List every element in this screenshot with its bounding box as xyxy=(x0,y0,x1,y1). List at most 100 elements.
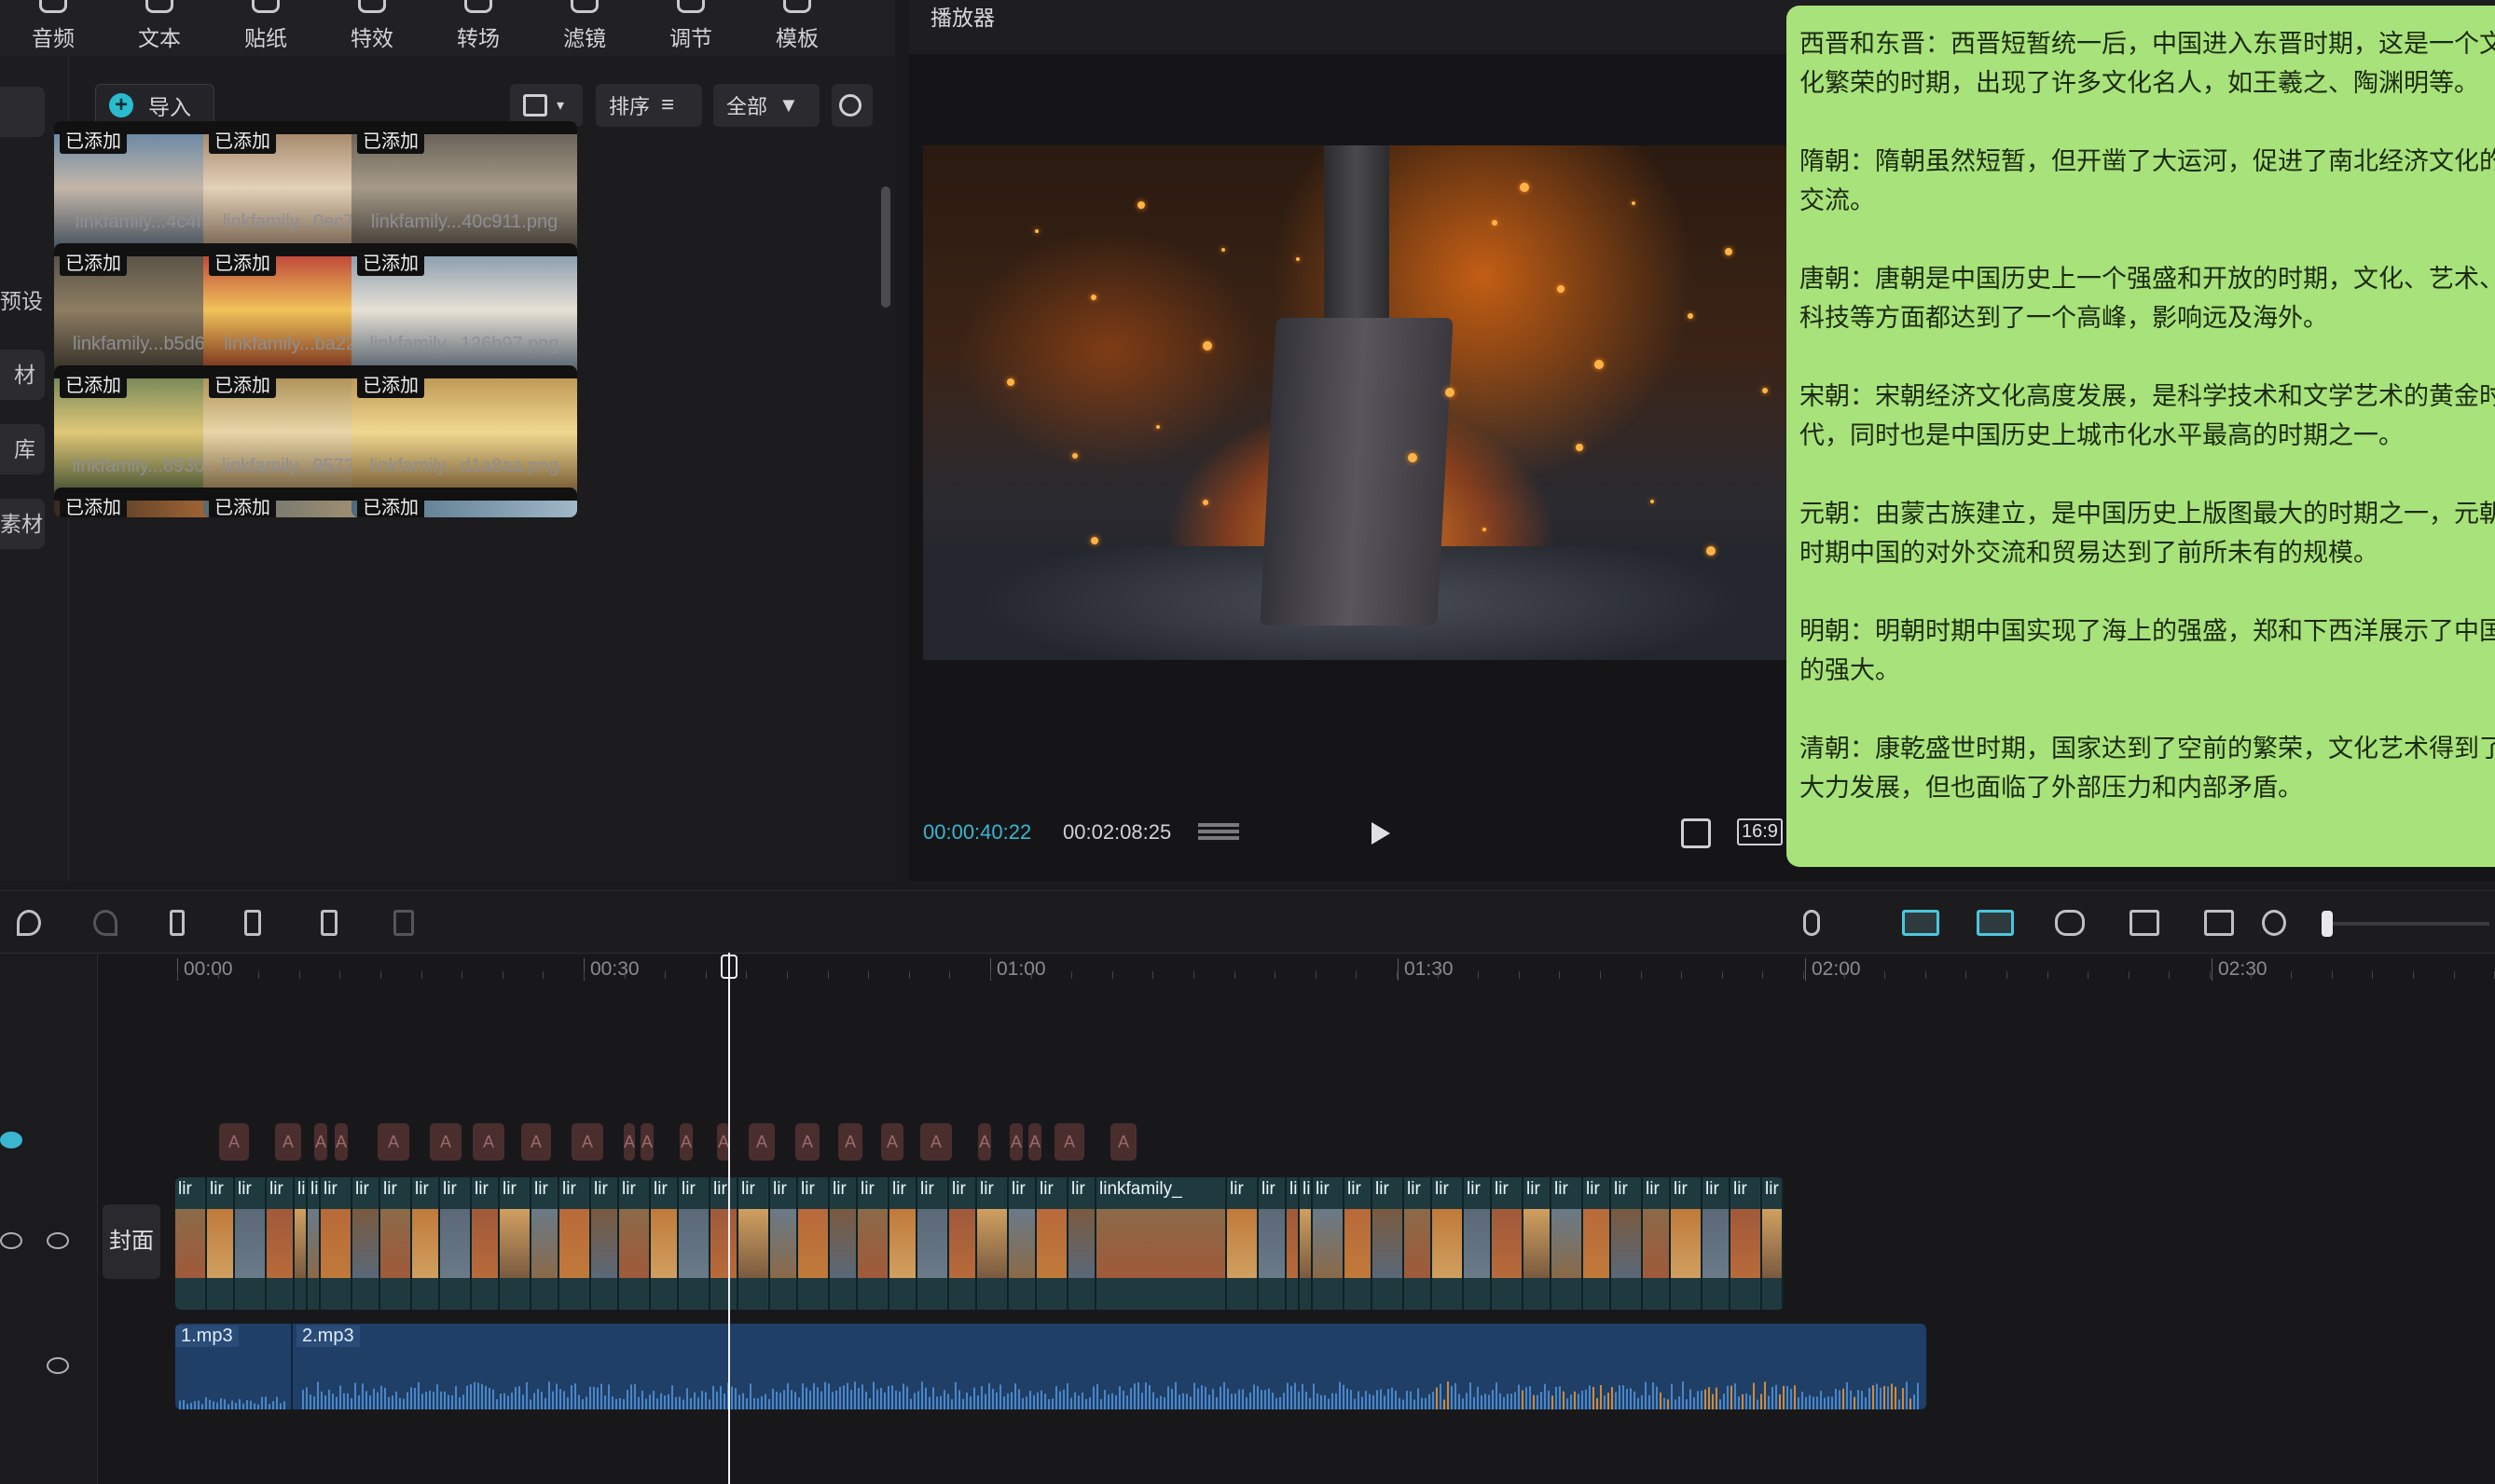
text-clip[interactable]: A xyxy=(1010,1123,1023,1161)
toolbar-item-7[interactable]: 模板 xyxy=(744,0,850,56)
text-clip[interactable]: A xyxy=(1028,1123,1041,1161)
cover-button[interactable]: 封面 xyxy=(103,1204,160,1279)
video-clip[interactable]: linkfamily_ xyxy=(1096,1177,1227,1310)
video-clip[interactable]: lir xyxy=(352,1177,380,1310)
video-clip[interactable]: lir xyxy=(1492,1177,1523,1310)
video-track-visibility-icon[interactable] xyxy=(0,1232,22,1249)
video-clip[interactable]: lir xyxy=(1464,1177,1492,1310)
video-clip[interactable]: lir xyxy=(1643,1177,1671,1310)
zoom-slider-track[interactable] xyxy=(2322,922,2489,926)
video-clip[interactable]: lir xyxy=(679,1177,710,1310)
video-preview[interactable] xyxy=(923,145,1799,660)
text-clip[interactable]: A xyxy=(920,1123,952,1161)
toolbar-item-3[interactable]: 特效 xyxy=(319,0,425,56)
video-clip[interactable]: lir xyxy=(738,1177,770,1310)
zoom-out-icon[interactable] xyxy=(2262,910,2286,936)
text-clip[interactable]: A xyxy=(521,1123,551,1161)
nav-item-0[interactable] xyxy=(0,87,45,137)
video-clip[interactable]: lir xyxy=(440,1177,472,1310)
video-clip[interactable]: lir xyxy=(531,1177,559,1310)
text-clip[interactable]: A xyxy=(624,1123,635,1161)
nav-item-assets[interactable]: 素材 xyxy=(0,499,45,549)
toolbar-item-6[interactable]: 调节 xyxy=(638,0,744,56)
undo-icon[interactable] xyxy=(17,910,41,936)
toolbar-item-2[interactable]: 贴纸 xyxy=(213,0,319,56)
fullscreen-icon[interactable] xyxy=(1681,818,1711,848)
video-clip[interactable]: lir xyxy=(651,1177,679,1310)
video-clip[interactable]: lir xyxy=(267,1177,295,1310)
trim-left-icon[interactable] xyxy=(244,910,261,936)
video-clip[interactable]: lir xyxy=(412,1177,440,1310)
video-clip[interactable]: lir xyxy=(175,1177,207,1310)
sort-button[interactable]: 排序 ≡ xyxy=(596,84,702,127)
nav-item-presets[interactable]: 预设 xyxy=(0,276,45,326)
video-clip[interactable]: lir xyxy=(830,1177,858,1310)
text-clip[interactable]: A xyxy=(749,1123,775,1161)
text-clip[interactable]: A xyxy=(881,1123,903,1161)
video-clip[interactable]: lir xyxy=(321,1177,352,1310)
video-clip[interactable]: lir xyxy=(949,1177,977,1310)
split-icon[interactable] xyxy=(170,910,185,936)
video-clip[interactable]: lir xyxy=(559,1177,591,1310)
video-clip[interactable]: lir xyxy=(1300,1177,1313,1310)
video-clip[interactable]: lir xyxy=(472,1177,500,1310)
toolbar-item-0[interactable]: 音频 xyxy=(0,0,106,56)
video-clip[interactable]: lir xyxy=(1551,1177,1583,1310)
playhead-handle[interactable] xyxy=(721,955,737,979)
video-clip[interactable]: lir xyxy=(1432,1177,1464,1310)
video-clip[interactable]: lir xyxy=(295,1177,308,1310)
delete-icon[interactable] xyxy=(393,910,414,936)
video-clip[interactable]: lir xyxy=(1671,1177,1702,1310)
toolbar-item-5[interactable]: 滤镜 xyxy=(531,0,638,56)
text-clip[interactable]: A xyxy=(219,1123,249,1161)
preview-axis-icon[interactable] xyxy=(2130,910,2159,936)
text-clip[interactable]: A xyxy=(838,1123,862,1161)
video-clip[interactable]: lir xyxy=(619,1177,651,1310)
text-clip[interactable]: A xyxy=(314,1123,327,1161)
text-clip[interactable]: A xyxy=(473,1123,504,1161)
toolbar-item-4[interactable]: 转场 xyxy=(425,0,531,56)
text-clip[interactable]: A xyxy=(680,1123,693,1161)
video-clip[interactable]: lir xyxy=(591,1177,619,1310)
video-clip[interactable]: lir xyxy=(770,1177,798,1310)
video-clip[interactable]: lir xyxy=(1523,1177,1551,1310)
video-clip[interactable]: lir xyxy=(889,1177,917,1310)
playhead[interactable] xyxy=(728,953,730,1484)
video-clip[interactable]: lir xyxy=(858,1177,889,1310)
video-clip[interactable]: lir xyxy=(1259,1177,1287,1310)
video-clip[interactable]: lir xyxy=(710,1177,738,1310)
media-scrollbar[interactable] xyxy=(881,186,890,308)
nav-item-material[interactable]: 材 xyxy=(0,350,45,400)
trim-right-icon[interactable] xyxy=(321,910,338,936)
video-track-mute-icon[interactable] xyxy=(47,1232,69,1249)
video-clip[interactable]: lir xyxy=(207,1177,235,1310)
text-clip[interactable]: A xyxy=(795,1123,820,1161)
fit-timeline-icon[interactable] xyxy=(2204,910,2234,936)
video-clip[interactable]: lir xyxy=(977,1177,1009,1310)
video-clip[interactable]: lir xyxy=(1372,1177,1404,1310)
video-clip[interactable]: lir xyxy=(380,1177,412,1310)
media-thumbnail[interactable]: 已添加 xyxy=(352,488,577,517)
text-clip[interactable]: A xyxy=(978,1123,991,1161)
video-clip[interactable]: lir xyxy=(1313,1177,1344,1310)
nav-item-library[interactable]: 库 xyxy=(0,424,45,474)
text-track-visibility-icon[interactable] xyxy=(0,1132,22,1148)
text-clip[interactable]: A xyxy=(275,1123,301,1161)
video-clip[interactable]: lir xyxy=(1611,1177,1643,1310)
video-clip[interactable]: lir xyxy=(1730,1177,1762,1310)
main-track-magnet-icon[interactable] xyxy=(1902,910,1939,936)
video-clip[interactable]: lir xyxy=(1762,1177,1784,1310)
chapters-icon[interactable] xyxy=(1198,820,1239,846)
video-clip[interactable]: lir xyxy=(917,1177,949,1310)
video-clip[interactable]: lir xyxy=(235,1177,267,1310)
video-clip[interactable]: lir xyxy=(500,1177,531,1310)
video-clip[interactable]: lir xyxy=(1583,1177,1611,1310)
redo-icon[interactable] xyxy=(93,910,117,936)
video-clip[interactable]: lir xyxy=(1702,1177,1730,1310)
video-clip[interactable]: lir xyxy=(1227,1177,1259,1310)
filter-button[interactable]: 全部 ▼ xyxy=(713,84,820,127)
video-clip[interactable]: lir xyxy=(1344,1177,1372,1310)
video-clip[interactable]: lir xyxy=(1287,1177,1300,1310)
text-clip[interactable]: A xyxy=(572,1123,603,1161)
microphone-icon[interactable] xyxy=(1803,910,1820,936)
